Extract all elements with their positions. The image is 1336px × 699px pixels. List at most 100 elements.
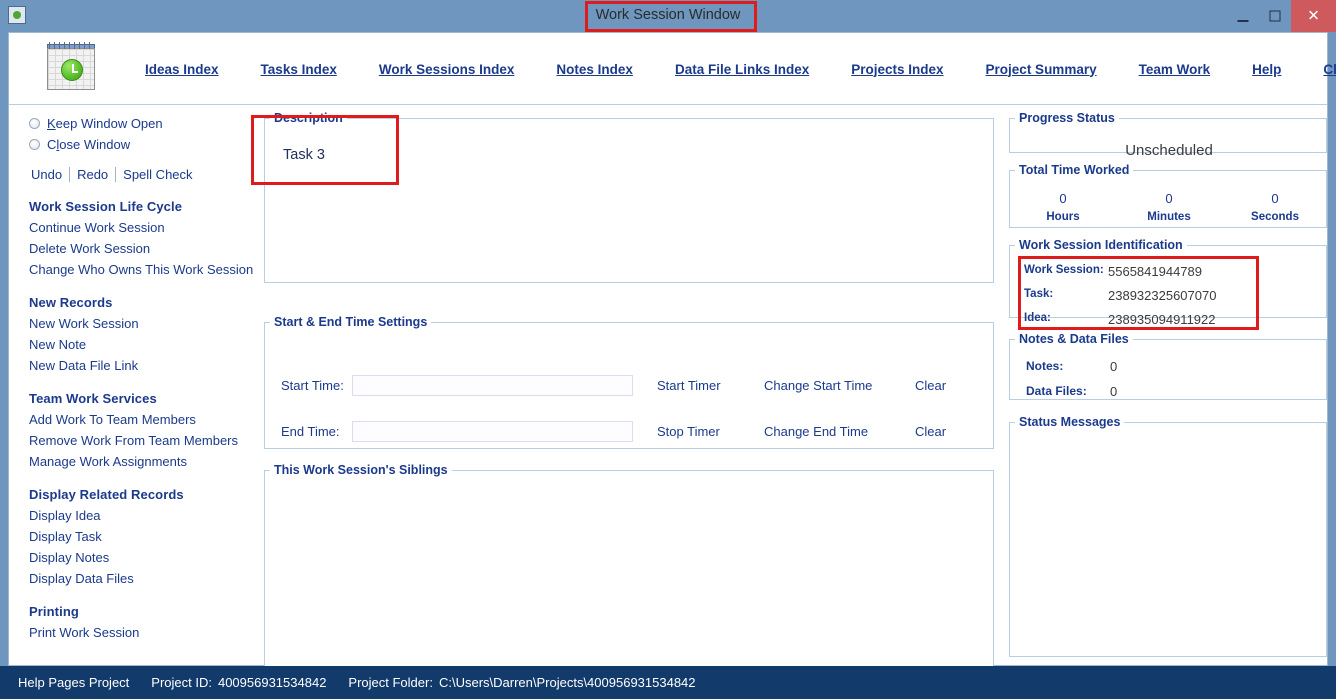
end-time-input[interactable] <box>352 420 633 442</box>
change-end-time-link[interactable]: Change End Time <box>764 424 868 439</box>
radio-close-window[interactable]: Close Window <box>29 134 257 155</box>
sidebar-group-heading: Work Session Life Cycle <box>29 199 183 214</box>
task-id-value: 238932325607070 <box>1108 288 1217 303</box>
maximize-button[interactable] <box>1259 0 1291 32</box>
sidebar-group-work-session-life-cycle: Work Session Life Cycle Continue Work Ses… <box>29 199 257 280</box>
sidebar-link-display-task[interactable]: Display Task <box>29 526 257 547</box>
description-legend: Description <box>274 111 343 125</box>
stop-timer-link[interactable]: Stop Timer <box>657 424 720 439</box>
seconds-value: 0 <box>1271 191 1279 206</box>
sidebar-link-new-note[interactable]: New Note <box>29 334 257 355</box>
menu-item-work-sessions-index[interactable]: Work Sessions Index <box>358 62 536 77</box>
radio-label: Keep Window Open <box>47 116 163 131</box>
radio-indicator <box>29 118 40 129</box>
sidebar-link-display-notes[interactable]: Display Notes <box>29 547 257 568</box>
status-bar: Help Pages Project Project ID: 400956931… <box>0 666 1336 699</box>
status-project-name: Help Pages Project <box>18 675 130 690</box>
identification-row-idea: Idea: 238935094911922 <box>1010 312 1328 329</box>
spell-check-link[interactable]: Spell Check <box>123 167 192 182</box>
minutes-value: 0 <box>1165 191 1173 206</box>
sidebar-link-remove-work-from-team-members[interactable]: Remove Work From Team Members <box>29 430 257 451</box>
time-settings-panel: Start & End Time Settings Start Time: St… <box>264 315 994 449</box>
notes-label: Notes: <box>1026 359 1064 373</box>
description-highlight <box>251 115 399 185</box>
status-project-folder-value: C:\Users\Darren\Projects\400956931534842 <box>438 675 696 690</box>
redo-link[interactable]: Redo <box>77 167 108 182</box>
menu-item-help[interactable]: Help <box>1231 62 1302 77</box>
sidebar-link-add-work-to-team-members[interactable]: Add Work To Team Members <box>29 409 257 430</box>
calendar-clock-icon <box>44 41 98 91</box>
main-menu: Ideas Index Tasks Index Work Sessions Inde… <box>124 33 1336 105</box>
sidebar: Keep Window Open Close Window Undo Redo Spe… <box>9 105 257 640</box>
minutes-label: Minutes <box>1147 211 1191 223</box>
total-time-columns: 0 Hours 0 Minutes 0 Seconds <box>1010 191 1328 223</box>
progress-status-panel: Progress Status Unscheduled <box>1009 111 1327 159</box>
clear-end-time-link[interactable]: Clear <box>915 424 946 439</box>
notes-value: 0 <box>1110 359 1118 374</box>
menu-item-tasks-index[interactable]: Tasks Index <box>240 62 358 77</box>
idea-id-label: Idea: <box>1024 312 1051 324</box>
sidebar-group-heading: Display Related Records <box>29 487 184 502</box>
window-title: Work Session Window <box>595 7 741 23</box>
change-start-time-link[interactable]: Change Start Time <box>764 378 872 393</box>
menu-item-project-summary[interactable]: Project Summary <box>965 62 1118 77</box>
sidebar-group-team-work-services: Team Work Services Add Work To Team Membe… <box>29 391 257 472</box>
description-value[interactable]: Task 3 <box>283 147 325 163</box>
data-files-value: 0 <box>1110 384 1118 399</box>
sidebar-link-manage-work-assignments[interactable]: Manage Work Assignments <box>29 451 257 472</box>
application-window: Ideas Index Tasks Index Work Sessions Inde… <box>8 32 1336 697</box>
menu-item-ideas-index[interactable]: Ideas Index <box>124 62 240 77</box>
sidebar-link-display-idea[interactable]: Display Idea <box>29 505 257 526</box>
radio-keep-window-open[interactable]: Keep Window Open <box>29 113 257 134</box>
close-button[interactable]: ✕ <box>1291 0 1336 32</box>
hours-label: Hours <box>1046 211 1080 223</box>
notes-data-files-legend: Notes & Data Files <box>1019 332 1129 346</box>
sidebar-link-delete-work-session[interactable]: Delete Work Session <box>29 238 257 259</box>
sidebar-link-new-data-file-link[interactable]: New Data File Link <box>29 355 257 376</box>
minimize-button[interactable] <box>1227 0 1259 32</box>
start-time-row: Start Time: Start Timer Change Start Tim… <box>265 374 995 396</box>
menu-item-team-work[interactable]: Team Work <box>1118 62 1232 77</box>
work-session-id-label: Work Session: <box>1024 264 1104 276</box>
sidebar-link-new-work-session[interactable]: New Work Session <box>29 313 257 334</box>
sidebar-group-display-related-records: Display Related Records Display Idea Displ… <box>29 487 257 589</box>
idea-id-value: 238935094911922 <box>1108 312 1216 327</box>
menu-item-data-file-links-index[interactable]: Data File Links Index <box>654 62 830 77</box>
sidebar-link-change-who-owns-this-work-session[interactable]: Change Who Owns This Work Session <box>29 259 257 280</box>
window-mode-radio-group: Keep Window Open Close Window <box>29 113 257 155</box>
radio-indicator <box>29 139 40 150</box>
total-time-worked-legend: Total Time Worked <box>1019 163 1130 177</box>
status-project-id-value: 400956931534842 <box>217 675 327 690</box>
sidebar-group-new-records: New Records New Work Session New Note New D… <box>29 295 257 376</box>
start-timer-link[interactable]: Start Timer <box>657 378 721 393</box>
undo-link[interactable]: Undo <box>31 167 62 182</box>
seconds-label: Seconds <box>1251 211 1299 223</box>
identification-legend: Work Session Identification <box>1019 238 1183 252</box>
menu-item-notes-index[interactable]: Notes Index <box>535 62 654 77</box>
status-messages-panel: Status Messages <box>1009 415 1327 657</box>
sidebar-link-print-work-session[interactable]: Print Work Session <box>29 622 257 643</box>
start-time-input[interactable] <box>352 374 633 396</box>
edit-links: Undo Redo Spell Check <box>31 164 257 184</box>
description-panel: Description Task 3 <box>251 111 994 283</box>
siblings-legend: This Work Session's Siblings <box>274 463 448 477</box>
progress-status-legend: Progress Status <box>1019 111 1115 125</box>
progress-status-value: Unscheduled <box>1125 142 1213 159</box>
notes-row: Notes: 0 <box>1010 359 1328 376</box>
sidebar-group-heading: Team Work Services <box>29 391 157 406</box>
sidebar-link-continue-work-session[interactable]: Continue Work Session <box>29 217 257 238</box>
title-bar: Work Session Window ✕ <box>0 0 1336 32</box>
sidebar-link-display-data-files[interactable]: Display Data Files <box>29 568 257 589</box>
radio-label: Close Window <box>47 137 131 152</box>
menu-item-close-program[interactable]: Close Program <box>1302 62 1336 77</box>
menu-item-projects-index[interactable]: Projects Index <box>830 62 964 77</box>
task-id-label: Task: <box>1024 288 1054 300</box>
clear-start-time-link[interactable]: Clear <box>915 378 946 393</box>
header-bar: Ideas Index Tasks Index Work Sessions Inde… <box>9 33 1336 105</box>
data-files-label: Data Files: <box>1026 384 1087 398</box>
status-messages-legend: Status Messages <box>1019 415 1121 429</box>
total-time-seconds: 0 Seconds <box>1222 191 1328 223</box>
time-settings-legend: Start & End Time Settings <box>274 315 428 329</box>
sidebar-groups: Work Session Life Cycle Continue Work Ses… <box>29 199 257 643</box>
notes-data-files-panel: Notes & Data Files Notes: 0 Data Files: … <box>1009 332 1327 400</box>
